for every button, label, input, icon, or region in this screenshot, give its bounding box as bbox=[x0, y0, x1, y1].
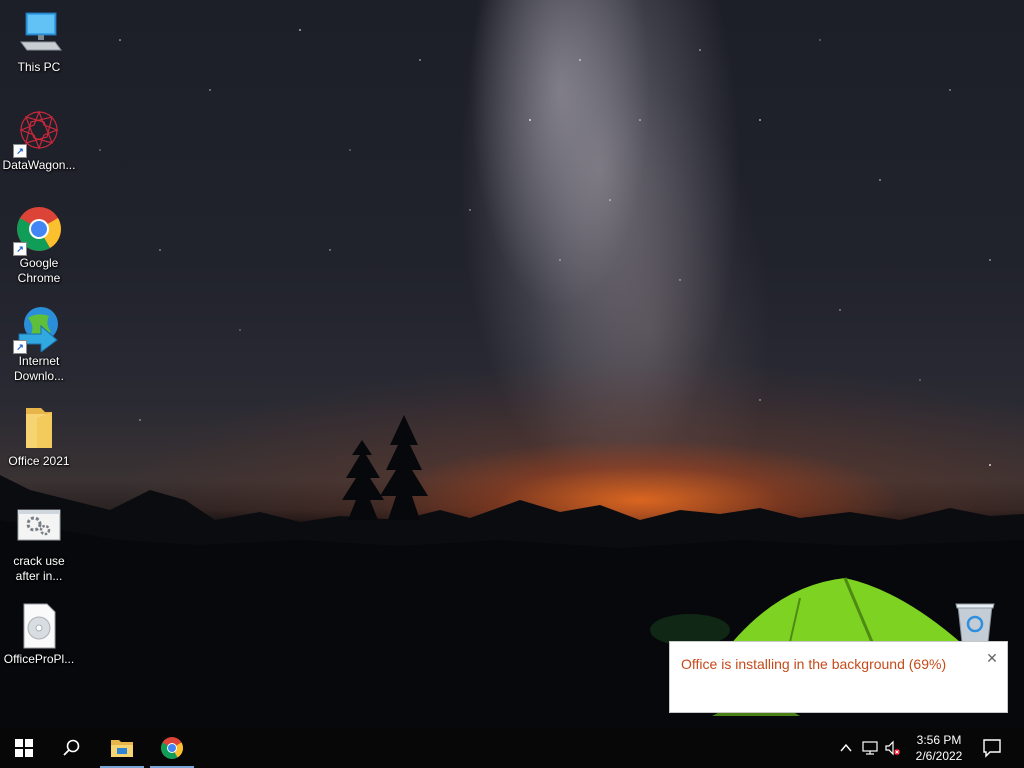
desktop-icon-label: This PC bbox=[17, 60, 61, 74]
chevron-up-icon[interactable] bbox=[838, 740, 854, 756]
shortcut-arrow-icon: ↗ bbox=[13, 242, 27, 256]
desktop-icon-this-pc[interactable]: This PC bbox=[2, 10, 76, 75]
desktop-icon-google-chrome[interactable]: ↗ Google Chrome bbox=[2, 206, 76, 286]
chrome-icon bbox=[161, 737, 183, 759]
desktop-icon-label: crack use after in... bbox=[13, 554, 65, 583]
datawagon-icon: ↗ bbox=[13, 108, 63, 158]
desktop-icon-label: DataWagon... bbox=[2, 158, 76, 172]
desktop-icon-datawagon[interactable]: ↗ DataWagon... bbox=[2, 108, 76, 173]
clock-time: 3:56 PM bbox=[916, 733, 962, 747]
office-install-notification[interactable]: Office is installing in the background (… bbox=[669, 641, 1008, 713]
volume-muted-icon[interactable] bbox=[884, 740, 900, 756]
search-icon bbox=[63, 739, 80, 756]
desktop-icon-internet-download-manager[interactable]: ↗ Internet Downlo... bbox=[2, 304, 76, 384]
taskbar-file-explorer[interactable] bbox=[98, 728, 146, 768]
chrome-icon: ↗ bbox=[13, 206, 63, 256]
disc-image-icon bbox=[15, 602, 63, 650]
file-explorer-icon bbox=[111, 740, 133, 757]
desktop-icon-crack-use-after-install[interactable]: crack use after in... bbox=[2, 504, 76, 584]
computer-icon bbox=[15, 10, 63, 58]
close-icon[interactable]: ✕ bbox=[985, 651, 999, 665]
shortcut-arrow-icon: ↗ bbox=[13, 340, 27, 354]
shortcut-arrow-icon: ↗ bbox=[13, 144, 27, 158]
desktop-wallpaper bbox=[0, 0, 1024, 728]
system-clock[interactable]: 3:56 PM 2/6/2022 bbox=[910, 732, 968, 764]
taskbar-chrome[interactable] bbox=[148, 728, 196, 768]
settings-file-icon bbox=[15, 504, 63, 552]
recycle-bin-icon[interactable] bbox=[954, 602, 996, 643]
clock-date: 2/6/2022 bbox=[915, 749, 963, 763]
desktop-icon-label: Office 2021 bbox=[8, 454, 70, 468]
wallpaper-scene bbox=[0, 29, 1024, 728]
desktop-icon-label: OfficeProPl... bbox=[3, 652, 75, 666]
notification-icon[interactable] bbox=[980, 736, 1004, 760]
network-icon[interactable] bbox=[862, 740, 878, 756]
desktop-icon-label: Google Chrome bbox=[17, 256, 61, 285]
desktop-icon-office-2021[interactable]: Office 2021 bbox=[2, 404, 76, 469]
start-button[interactable] bbox=[0, 728, 48, 768]
search-button[interactable] bbox=[48, 728, 96, 768]
folder-icon bbox=[15, 404, 63, 452]
notification-message: Office is installing in the background (… bbox=[681, 656, 947, 672]
windows-start-icon bbox=[15, 739, 33, 757]
taskbar: 3:56 PM 2/6/2022 bbox=[0, 728, 1024, 768]
idm-icon: ↗ bbox=[13, 304, 63, 354]
desktop-icon-label: Internet Downlo... bbox=[13, 354, 65, 383]
desktop-icon-officepropl[interactable]: OfficeProPl... bbox=[2, 602, 76, 667]
